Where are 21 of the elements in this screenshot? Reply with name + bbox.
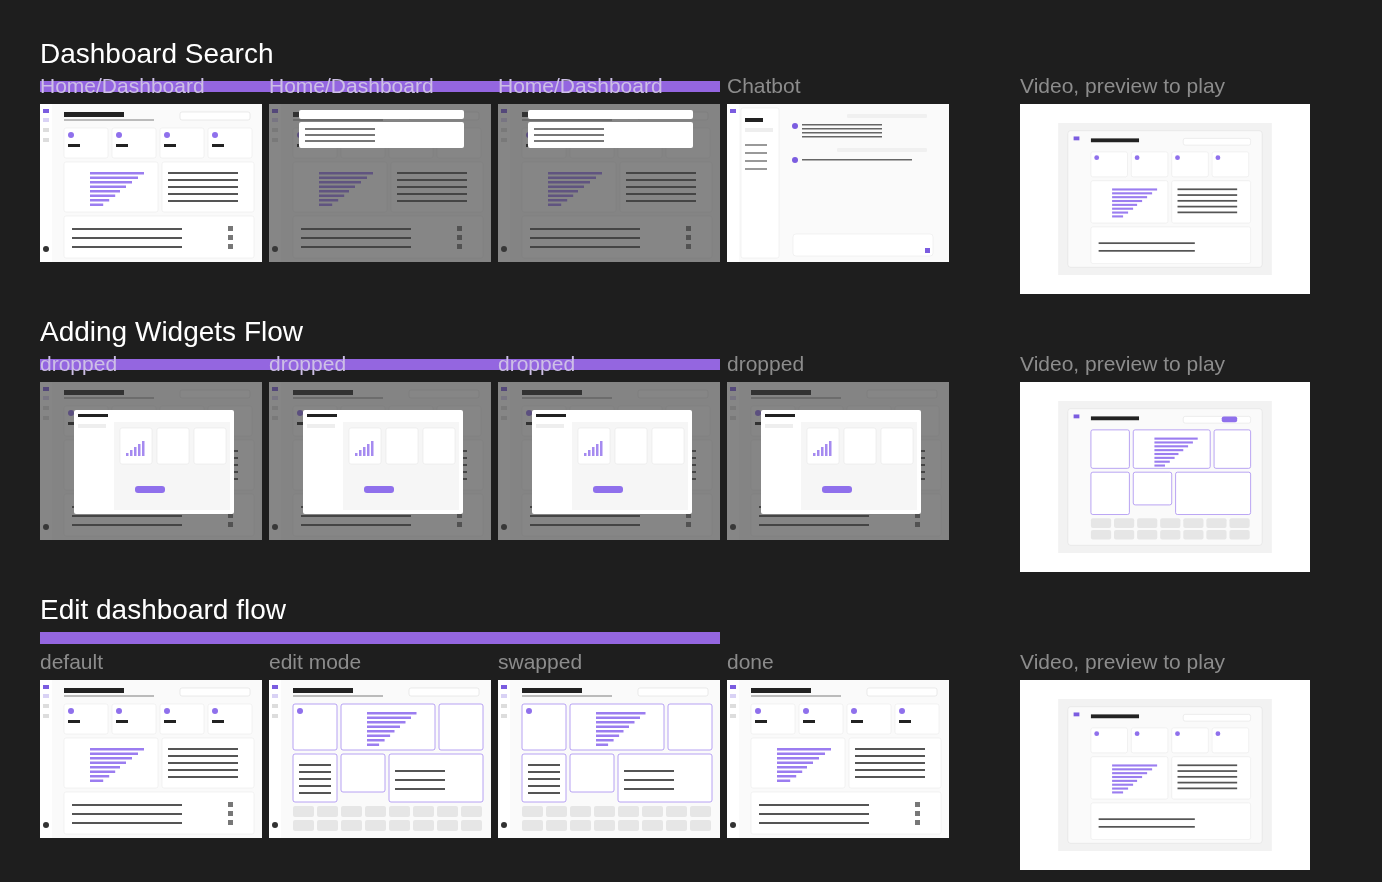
frame-label: default	[40, 650, 105, 674]
frame-label: Home/Dashboard	[498, 74, 664, 98]
frame-label: Video, preview to play	[1020, 650, 1227, 674]
frame-label: done	[727, 650, 775, 674]
frame-label: Home/Dashboard	[269, 74, 435, 98]
frame-label: dropped	[40, 352, 119, 376]
frame-label: Chatbot	[727, 74, 802, 98]
video-preview[interactable]	[1020, 680, 1310, 870]
frame-label: dropped	[727, 352, 806, 376]
frame-label: dropped	[269, 352, 348, 376]
frame-label: swapped	[498, 650, 584, 674]
section-title: Edit dashboard flow	[40, 593, 287, 627]
video-preview[interactable]	[1020, 104, 1310, 294]
section-title: Adding Widgets Flow	[40, 315, 304, 349]
frame-label: edit mode	[269, 650, 363, 674]
section-title: Dashboard Search	[40, 37, 275, 71]
frame-label: dropped	[498, 352, 577, 376]
frame-label: Home/Dashboard	[40, 74, 206, 98]
frame-label: Video, preview to play	[1020, 74, 1227, 98]
frame-label: Video, preview to play	[1020, 352, 1227, 376]
video-preview[interactable]	[1020, 382, 1310, 572]
